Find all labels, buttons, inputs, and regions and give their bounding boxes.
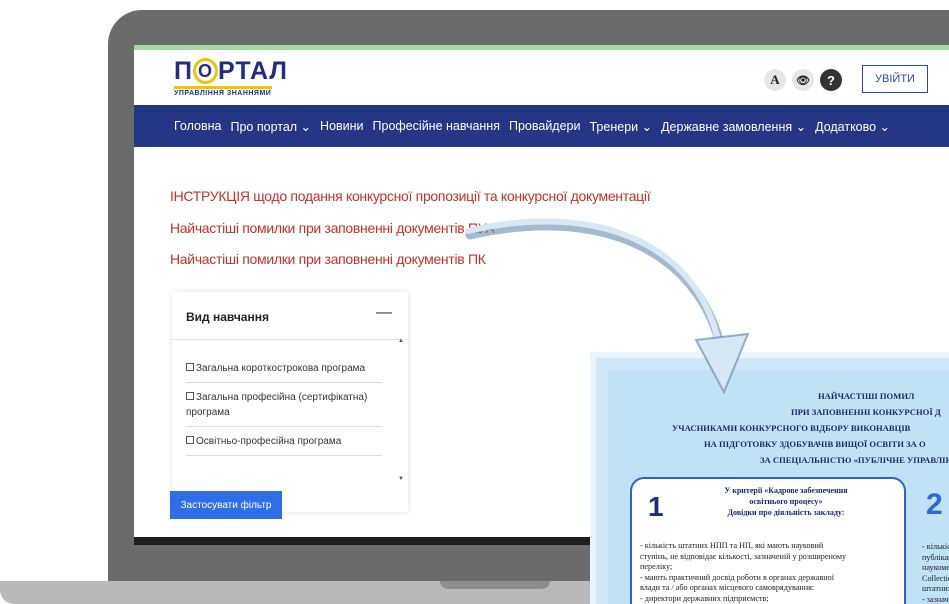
nav-item-about[interactable]: Про портал ⌄ [231, 119, 312, 134]
collapse-icon[interactable]: — [376, 304, 392, 322]
font-size-icon[interactable]: A [764, 69, 786, 91]
criterion-number-2: 2 [926, 488, 943, 521]
link-errors-pk[interactable]: Найчастіші помилки при заповненні докуме… [170, 251, 486, 267]
criterion-text-line: - зазнач [922, 594, 949, 604]
checkbox[interactable] [186, 392, 194, 400]
laptop-notch [440, 581, 550, 589]
apply-filter-button[interactable]: Застосувати фільтр [170, 491, 282, 519]
criterion-title-line: освітнього процесу» [749, 497, 823, 506]
portal-logo[interactable]: П О РТАЛ УПРАВЛІННЯ ЗНАННЯМИ [174, 57, 288, 97]
filter-option[interactable]: Загальна короткострокова програма [186, 354, 382, 383]
filter-option-label: Освітньо-професійна програма [196, 436, 342, 447]
scroll-down-icon[interactable]: ▼ [398, 476, 404, 482]
criterion-text-line: - кількість [922, 542, 949, 551]
criterion-text-line: влади та / або органах місцевого самовря… [640, 583, 815, 592]
doc-heading-line: ЗА СПЕЦІАЛЬНІСТЮ «ПУБЛІЧНЕ УПРАВЛІНН [760, 455, 949, 465]
screen-top-accent [134, 45, 949, 50]
filter-option-label: Загальна професійна (сертифікатна) прогр… [186, 392, 368, 418]
criterion-title-line: У критерії «Кадрове забезпечення [724, 486, 848, 495]
criterion-text-line: - директори державних підприємств; [640, 593, 769, 603]
criterion-text-line: публікаці [922, 552, 949, 562]
link-errors-pua[interactable]: Найчастіші помилки при заповненні докуме… [170, 220, 495, 236]
criterion-text-line: Collectio [922, 573, 949, 583]
main-nav: Головна Про портал ⌄ Новини Професійне н… [134, 105, 949, 147]
filter-divider [172, 339, 408, 340]
nav-item-state-order[interactable]: Державне замовлення ⌄ [661, 119, 806, 134]
criterion-2-text: - кількість публікаці наукомет Collectio… [922, 542, 949, 604]
filter-panel: Вид навчання — ▲ Загальна короткостроков… [172, 292, 408, 512]
nav-item-training[interactable]: Професійне навчання [373, 119, 500, 133]
nav-item-trainers[interactable]: Тренери ⌄ [590, 119, 653, 134]
checkbox[interactable] [186, 436, 194, 444]
nav-item-providers[interactable]: Провайдери [509, 119, 581, 133]
criterion-text-line: наукомет [922, 563, 949, 572]
nav-item-news[interactable]: Новини [320, 119, 364, 133]
nav-item-home[interactable]: Головна [174, 119, 222, 133]
criterion-text: - кількість штатних НПП та НП, які мають… [640, 541, 904, 604]
logo-wordmark: П О РТАЛ [174, 57, 288, 85]
doc-heading-line: ПРИ ЗАПОВНЕННІ КОНКУРСНОЇ Д [791, 407, 941, 417]
criterion-title: У критерії «Кадрове забезпечення освітнь… [686, 485, 886, 518]
checkbox[interactable] [186, 363, 194, 371]
criterion-text-line: переліку; [640, 562, 673, 571]
scroll-up-icon[interactable]: ▲ [398, 338, 404, 344]
doc-heading-line: НАЙЧАСТІШІ ПОМИЛ [818, 391, 915, 401]
criterion-text-line: ступінь, не відповідає кількості, зазнач… [640, 551, 847, 561]
filter-title: Вид навчання [186, 310, 269, 324]
criterion-text-line: штатних [922, 584, 949, 593]
criterion-text-line: - кількість штатних НПП та НП, які мають… [640, 541, 824, 550]
criterion-title-line: Довідки про діяльність закладу: [727, 508, 845, 517]
document-preview: НАЙЧАСТІШІ ПОМИЛ ПРИ ЗАПОВНЕННІ КОНКУРСН… [590, 352, 949, 604]
logo-subtitle: УПРАВЛІННЯ ЗНАННЯМИ [174, 90, 272, 97]
document-page: НАЙЧАСТІШІ ПОМИЛ ПРИ ЗАПОВНЕННІ КОНКУРСН… [608, 370, 949, 604]
doc-heading-line: УЧАСНИКАМИ КОНКУРСНОГО ВІДБОРУ ВИКОНАВЦІ… [672, 423, 911, 433]
criterion-text-line: - мають практичний досвід роботи в орган… [640, 572, 834, 582]
criterion-box-1: 1 У критерії «Кадрове забезпечення освіт… [630, 477, 906, 604]
filter-option[interactable]: Загальна професійна (сертифікатна) прогр… [186, 383, 382, 427]
criterion-number: 1 [648, 491, 664, 522]
login-button[interactable]: УВІЙТИ [862, 65, 928, 93]
doc-heading-line: НА ПІДГОТОВКУ ЗДОБУВАЧІВ ВИЩОЇ ОСВІТИ ЗА… [704, 439, 926, 449]
nav-item-more[interactable]: Додатково ⌄ [815, 119, 890, 134]
filter-option[interactable]: Освітньо-професійна програма [186, 427, 382, 456]
help-icon[interactable]: ? [820, 69, 842, 91]
link-instruction[interactable]: ІНСТРУКЦІЯ щодо подання конкурсної пропо… [170, 188, 651, 204]
logo-underline [174, 86, 272, 89]
visibility-icon[interactable]: 👁 [792, 69, 814, 91]
filter-options: Загальна короткострокова програма Загаль… [186, 354, 382, 456]
filter-option-label: Загальна короткострокова програма [196, 363, 366, 374]
